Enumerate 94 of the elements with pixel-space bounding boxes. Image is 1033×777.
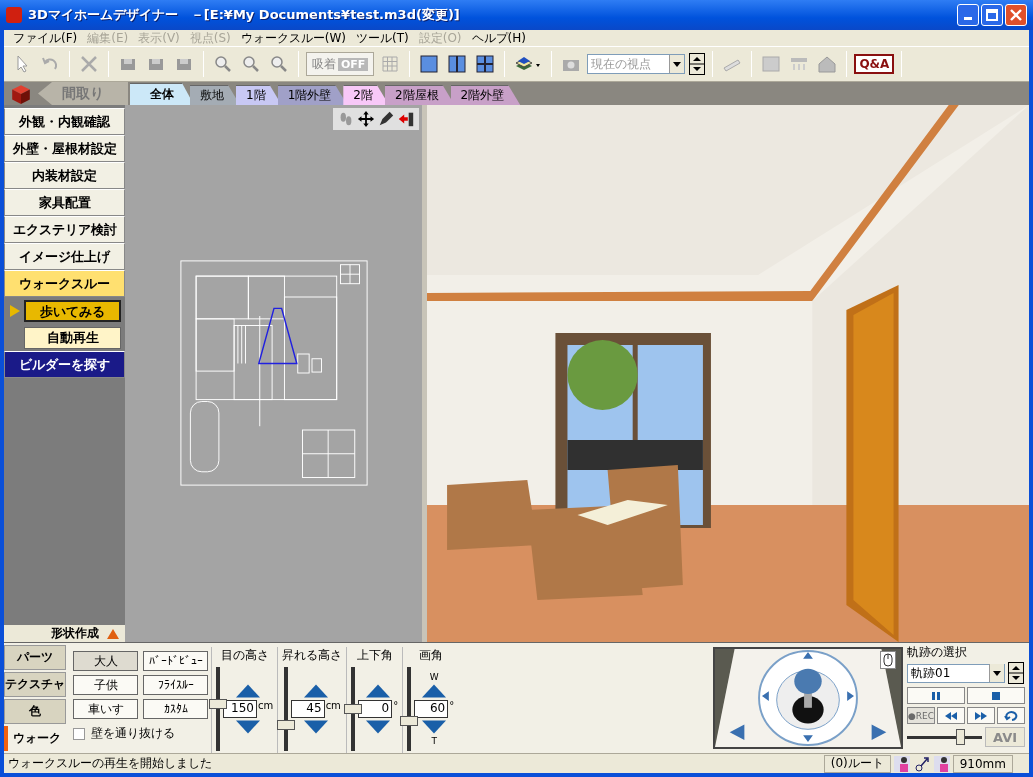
sidebar-item[interactable]: 内装材設定 xyxy=(4,162,125,189)
tool-tab[interactable]: 色 xyxy=(4,699,66,724)
cube-icon[interactable] xyxy=(10,82,32,105)
quad-view-icon[interactable] xyxy=(475,54,496,74)
unit-label: ° xyxy=(393,699,399,711)
tool-tab[interactable]: パーツ xyxy=(4,645,66,670)
tool-tab[interactable]: テクスチャ xyxy=(4,672,66,697)
help-button[interactable]: Q&A xyxy=(854,54,895,74)
spinner-icon[interactable] xyxy=(689,53,706,75)
down-arrow-icon[interactable] xyxy=(422,719,447,734)
stop-icon xyxy=(989,689,1003,702)
sidebar-item[interactable]: 外壁・屋根材設定 xyxy=(4,135,125,162)
wide-label: W xyxy=(429,671,439,682)
split-view-icon[interactable] xyxy=(447,54,468,74)
floor-tab[interactable]: 2階外壁 xyxy=(450,85,521,105)
value-field[interactable]: 0 xyxy=(358,699,393,718)
pointer-triangle-icon xyxy=(10,304,20,317)
maximize-button[interactable] xyxy=(981,4,1003,26)
slider-label: 目の高さ xyxy=(220,647,269,664)
loop-button[interactable] xyxy=(997,707,1025,724)
value-field[interactable]: 150 xyxy=(223,699,257,718)
down-arrow-icon[interactable] xyxy=(303,719,328,734)
walker-icon[interactable] xyxy=(932,754,951,773)
slider-label: 上下角 xyxy=(356,647,393,664)
value-field[interactable]: 60 xyxy=(414,699,449,718)
sidebar-item[interactable]: イメージ仕上げ xyxy=(4,243,125,270)
maximize-icon xyxy=(986,9,998,21)
exit-icon[interactable] xyxy=(397,110,415,128)
menu-item[interactable]: ヘルプ(H) xyxy=(466,29,531,47)
forward-button[interactable] xyxy=(967,707,995,724)
checkbox-label: 壁を通り抜ける xyxy=(91,725,175,742)
up-arrow-icon[interactable] xyxy=(366,683,391,698)
menu-item[interactable]: ファイル(F) xyxy=(8,29,83,47)
sidebar-item[interactable]: 家具配置 xyxy=(4,189,125,216)
viewer-preset-button[interactable]: 車いす xyxy=(73,699,138,719)
forward-icon xyxy=(974,709,988,722)
viewer-preset-button[interactable]: 大人 xyxy=(73,651,138,671)
window-title: 3Dマイホームデザイナー －[E:¥My Documents¥test.m3d(変更)] xyxy=(28,6,461,24)
menu-item[interactable]: ツール(T) xyxy=(351,29,414,47)
up-arrow-icon[interactable] xyxy=(303,683,328,698)
pause-icon xyxy=(929,689,943,702)
unit-label: cm xyxy=(258,699,274,711)
track-dropdown[interactable]: 軌跡01 xyxy=(907,663,1005,683)
close-button[interactable] xyxy=(1005,4,1027,26)
viewer-preset-button[interactable]: ﾊﾞｰﾄﾞﾋﾞｭｰ xyxy=(143,651,208,671)
viewer-preset-button[interactable]: 子供 xyxy=(73,675,138,695)
minimize-button[interactable] xyxy=(957,4,979,26)
slider-label: 昇れる高さ xyxy=(282,647,343,664)
dropdown-arrow-icon xyxy=(993,670,1001,676)
up-arrow-icon[interactable] xyxy=(236,683,261,698)
minimize-icon xyxy=(964,17,972,20)
spinner-icon[interactable] xyxy=(1008,662,1024,684)
slider-thumb[interactable] xyxy=(400,716,419,727)
sidebar-item[interactable]: ビルダーを探す xyxy=(4,351,125,378)
viewer-preset-button[interactable]: ｶｽﾀﾑ xyxy=(143,699,208,719)
slider-label: 画角 xyxy=(418,647,443,664)
down-arrow-icon[interactable] xyxy=(366,719,391,734)
walker-icon[interactable] xyxy=(892,754,911,773)
unit-label: ° xyxy=(449,699,455,711)
slider-thumb[interactable] xyxy=(344,703,363,714)
pause-button[interactable] xyxy=(907,687,965,704)
sidebar-item[interactable]: 外観・内観確認 xyxy=(4,108,125,135)
stop-button[interactable] xyxy=(967,687,1025,704)
unit-label: cm xyxy=(325,699,341,711)
status-message: ウォークスルーの再生を開始しました xyxy=(8,755,213,772)
value-field[interactable]: 45 xyxy=(290,699,325,718)
checkbox[interactable] xyxy=(73,727,85,740)
sidebar-subitem[interactable]: 自動再生 xyxy=(24,326,121,349)
slider-thumb[interactable] xyxy=(209,699,227,710)
loop-icon xyxy=(1004,709,1018,722)
move-icon[interactable] xyxy=(357,110,375,128)
viewer-preset-button[interactable]: ﾌﾗｲｽﾙｰ xyxy=(143,675,208,695)
up-arrow-icon[interactable] xyxy=(422,683,447,698)
tele-label: T xyxy=(431,735,437,746)
sidebar-item[interactable]: エクステリア検討 xyxy=(4,216,125,243)
sidebar-item[interactable]: ウォークスルー xyxy=(4,270,125,297)
shape-creation-button[interactable]: 形状作成 xyxy=(4,625,125,642)
track-label: 軌跡の選択 xyxy=(907,645,968,659)
slider-thumb[interactable] xyxy=(955,728,965,745)
up-triangle-icon xyxy=(107,628,119,639)
down-arrow-icon[interactable] xyxy=(236,719,261,734)
route-indicator: (0)ルート xyxy=(823,754,891,773)
menu-item[interactable]: ウォークスルー(W) xyxy=(235,29,351,47)
rewind-icon xyxy=(944,709,958,722)
mouse-icon[interactable] xyxy=(879,651,897,669)
pointer-icon[interactable] xyxy=(912,754,931,773)
rewind-button[interactable] xyxy=(937,707,965,724)
single-view-icon[interactable] xyxy=(419,54,440,74)
close-icon xyxy=(1010,9,1022,21)
scale-indicator: 910mm xyxy=(952,754,1013,773)
slider-thumb[interactable] xyxy=(276,720,295,731)
sidebar-subitem[interactable]: 歩いてみる xyxy=(24,299,121,322)
pen-icon[interactable] xyxy=(377,110,395,128)
dropdown-arrow-icon xyxy=(673,61,682,67)
